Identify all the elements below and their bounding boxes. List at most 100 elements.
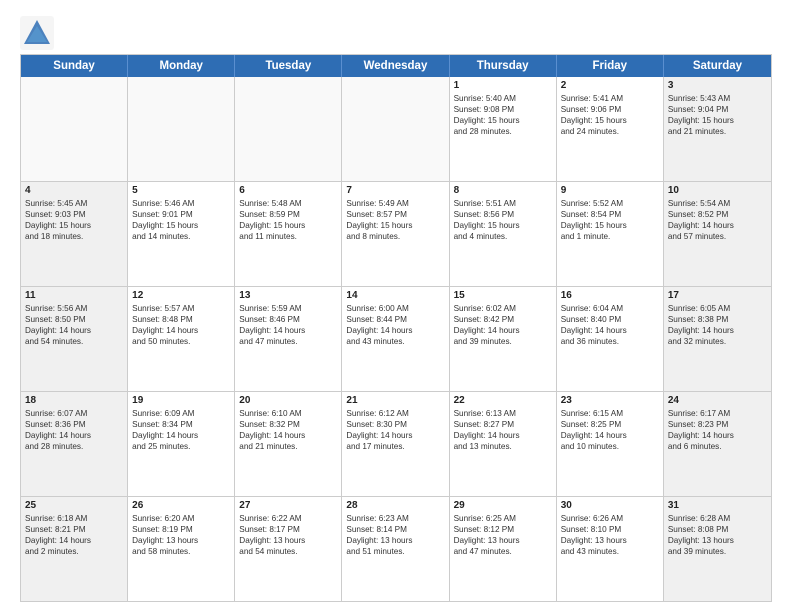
calendar-cell: 27 Sunrise: 6:22 AMSunset: 8:17 PMDayligh…	[235, 497, 342, 601]
calendar-cell: 5 Sunrise: 5:46 AMSunset: 9:01 PMDaylight…	[128, 182, 235, 286]
cell-text: Sunrise: 6:26 AMSunset: 8:10 PMDaylight:…	[561, 513, 659, 557]
day-number: 31	[668, 500, 767, 511]
calendar-cell: 2 Sunrise: 5:41 AMSunset: 9:06 PMDaylight…	[557, 77, 664, 181]
cell-text: Sunrise: 6:23 AMSunset: 8:14 PMDaylight:…	[346, 513, 444, 557]
calendar-header-cell: Friday	[557, 55, 664, 77]
day-number: 9	[561, 185, 659, 196]
day-number: 13	[239, 290, 337, 301]
header	[20, 16, 772, 44]
calendar-cell: 8 Sunrise: 5:51 AMSunset: 8:56 PMDaylight…	[450, 182, 557, 286]
day-number: 23	[561, 395, 659, 406]
day-number: 10	[668, 185, 767, 196]
calendar-cell: 24 Sunrise: 6:17 AMSunset: 8:23 PMDayligh…	[664, 392, 771, 496]
calendar-cell: 20 Sunrise: 6:10 AMSunset: 8:32 PMDayligh…	[235, 392, 342, 496]
calendar-cell: 28Sunrise: 6:23 AMSunset: 8:14 PMDayligh…	[342, 497, 449, 601]
day-number: 16	[561, 290, 659, 301]
day-number: 8	[454, 185, 552, 196]
calendar-week: 11 Sunrise: 5:56 AMSunset: 8:50 PMDayligh…	[21, 287, 771, 392]
calendar-cell: 7 Sunrise: 5:49 AMSunset: 8:57 PMDaylight…	[342, 182, 449, 286]
cell-text: Sunrise: 5:51 AMSunset: 8:56 PMDaylight:…	[454, 198, 552, 242]
calendar-header-cell: Tuesday	[235, 55, 342, 77]
cell-text: Sunrise: 5:57 AMSunset: 8:48 PMDaylight:…	[132, 303, 230, 347]
cell-text: Sunrise: 6:28 AMSunset: 8:08 PMDaylight:…	[668, 513, 767, 557]
logo	[20, 16, 52, 44]
calendar-header-cell: Wednesday	[342, 55, 449, 77]
day-number: 20	[239, 395, 337, 406]
cell-text: Sunrise: 6:10 AMSunset: 8:32 PMDaylight:…	[239, 408, 337, 452]
calendar-cell: 6 Sunrise: 5:48 AMSunset: 8:59 PMDaylight…	[235, 182, 342, 286]
calendar-week: 18 Sunrise: 6:07 AMSunset: 8:36 PMDayligh…	[21, 392, 771, 497]
calendar-cell: 13 Sunrise: 5:59 AMSunset: 8:46 PMDayligh…	[235, 287, 342, 391]
cell-text: Sunrise: 5:46 AMSunset: 9:01 PMDaylight:…	[132, 198, 230, 242]
calendar-cell: 31 Sunrise: 6:28 AMSunset: 8:08 PMDayligh…	[664, 497, 771, 601]
day-number: 15	[454, 290, 552, 301]
day-number: 19	[132, 395, 230, 406]
cell-text: Sunrise: 5:59 AMSunset: 8:46 PMDaylight:…	[239, 303, 337, 347]
day-number: 4	[25, 185, 123, 196]
calendar-cell: 16Sunrise: 6:04 AMSunset: 8:40 PMDayligh…	[557, 287, 664, 391]
calendar-cell: 23 Sunrise: 6:15 AMSunset: 8:25 PMDayligh…	[557, 392, 664, 496]
day-number: 17	[668, 290, 767, 301]
cell-text: Sunrise: 6:25 AMSunset: 8:12 PMDaylight:…	[454, 513, 552, 557]
calendar-week: 25 Sunrise: 6:18 AMSunset: 8:21 PMDayligh…	[21, 497, 771, 601]
day-number: 5	[132, 185, 230, 196]
calendar-cell: 15Sunrise: 6:02 AMSunset: 8:42 PMDayligh…	[450, 287, 557, 391]
calendar-cell	[128, 77, 235, 181]
day-number: 11	[25, 290, 123, 301]
day-number: 2	[561, 80, 659, 91]
calendar-cell: 1Sunrise: 5:40 AMSunset: 9:08 PMDaylight…	[450, 77, 557, 181]
cell-text: Sunrise: 5:54 AMSunset: 8:52 PMDaylight:…	[668, 198, 767, 242]
calendar-cell: 11 Sunrise: 5:56 AMSunset: 8:50 PMDayligh…	[21, 287, 128, 391]
day-number: 21	[346, 395, 444, 406]
calendar-cell: 17 Sunrise: 6:05 AMSunset: 8:38 PMDayligh…	[664, 287, 771, 391]
logo-icon	[20, 16, 48, 44]
cell-text: Sunrise: 6:22 AMSunset: 8:17 PMDaylight:…	[239, 513, 337, 557]
cell-text: Sunrise: 5:43 AMSunset: 9:04 PMDaylight:…	[668, 93, 767, 137]
cell-text: Sunrise: 5:48 AMSunset: 8:59 PMDaylight:…	[239, 198, 337, 242]
cell-text: Sunrise: 6:12 AMSunset: 8:30 PMDaylight:…	[346, 408, 444, 452]
cell-text: Sunrise: 6:05 AMSunset: 8:38 PMDaylight:…	[668, 303, 767, 347]
cell-text: Sunrise: 5:45 AMSunset: 9:03 PMDaylight:…	[25, 198, 123, 242]
cell-text: Sunrise: 5:52 AMSunset: 8:54 PMDaylight:…	[561, 198, 659, 242]
calendar-header-cell: Thursday	[450, 55, 557, 77]
day-number: 22	[454, 395, 552, 406]
day-number: 25	[25, 500, 123, 511]
day-number: 12	[132, 290, 230, 301]
calendar-header-cell: Monday	[128, 55, 235, 77]
calendar-cell: 22Sunrise: 6:13 AMSunset: 8:27 PMDayligh…	[450, 392, 557, 496]
cell-text: Sunrise: 6:20 AMSunset: 8:19 PMDaylight:…	[132, 513, 230, 557]
calendar-cell	[235, 77, 342, 181]
day-number: 27	[239, 500, 337, 511]
calendar-cell: 25 Sunrise: 6:18 AMSunset: 8:21 PMDayligh…	[21, 497, 128, 601]
calendar-cell: 26 Sunrise: 6:20 AMSunset: 8:19 PMDayligh…	[128, 497, 235, 601]
day-number: 6	[239, 185, 337, 196]
day-number: 30	[561, 500, 659, 511]
cell-text: Sunrise: 6:17 AMSunset: 8:23 PMDaylight:…	[668, 408, 767, 452]
day-number: 18	[25, 395, 123, 406]
cell-text: Sunrise: 6:00 AMSunset: 8:44 PMDaylight:…	[346, 303, 444, 347]
day-number: 29	[454, 500, 552, 511]
day-number: 26	[132, 500, 230, 511]
calendar-cell: 19 Sunrise: 6:09 AMSunset: 8:34 PMDayligh…	[128, 392, 235, 496]
day-number: 14	[346, 290, 444, 301]
calendar-cell: 21 Sunrise: 6:12 AMSunset: 8:30 PMDayligh…	[342, 392, 449, 496]
calendar-cell: 3 Sunrise: 5:43 AMSunset: 9:04 PMDaylight…	[664, 77, 771, 181]
day-number: 24	[668, 395, 767, 406]
page: SundayMondayTuesdayWednesdayThursdayFrid…	[0, 0, 792, 612]
calendar-cell: 4 Sunrise: 5:45 AMSunset: 9:03 PMDaylight…	[21, 182, 128, 286]
cell-text: Sunrise: 6:07 AMSunset: 8:36 PMDaylight:…	[25, 408, 123, 452]
cell-text: Sunrise: 6:09 AMSunset: 8:34 PMDaylight:…	[132, 408, 230, 452]
cell-text: Sunrise: 5:49 AMSunset: 8:57 PMDaylight:…	[346, 198, 444, 242]
day-number: 3	[668, 80, 767, 91]
calendar-cell	[342, 77, 449, 181]
cell-text: Sunrise: 5:41 AMSunset: 9:06 PMDaylight:…	[561, 93, 659, 137]
calendar-cell: 14 Sunrise: 6:00 AMSunset: 8:44 PMDayligh…	[342, 287, 449, 391]
day-number: 7	[346, 185, 444, 196]
cell-text: Sunrise: 5:56 AMSunset: 8:50 PMDaylight:…	[25, 303, 123, 347]
calendar-week: 1Sunrise: 5:40 AMSunset: 9:08 PMDaylight…	[21, 77, 771, 182]
cell-text: Sunrise: 6:18 AMSunset: 8:21 PMDaylight:…	[25, 513, 123, 557]
calendar-cell: 12 Sunrise: 5:57 AMSunset: 8:48 PMDayligh…	[128, 287, 235, 391]
cell-text: Sunrise: 6:15 AMSunset: 8:25 PMDaylight:…	[561, 408, 659, 452]
calendar-cell: 30 Sunrise: 6:26 AMSunset: 8:10 PMDayligh…	[557, 497, 664, 601]
calendar-cell: 9 Sunrise: 5:52 AMSunset: 8:54 PMDaylight…	[557, 182, 664, 286]
